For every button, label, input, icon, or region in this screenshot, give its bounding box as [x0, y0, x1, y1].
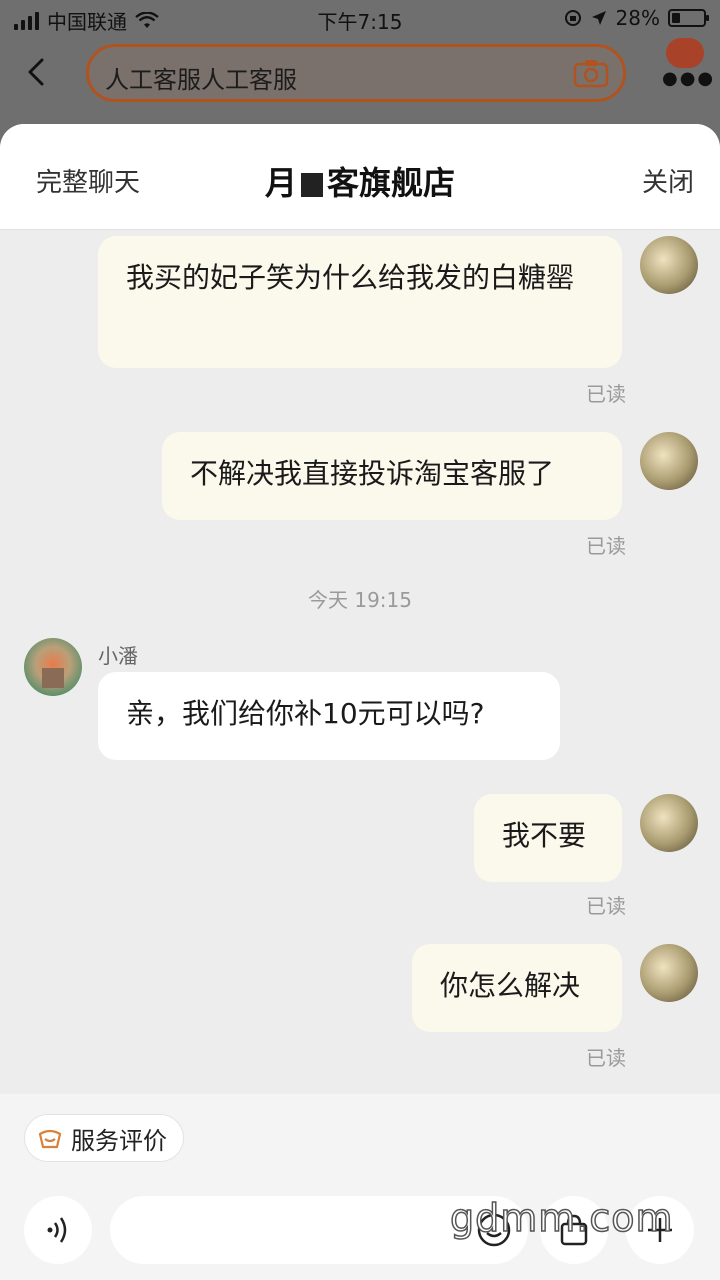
user-avatar[interactable]: [640, 944, 698, 1002]
more-menu-button[interactable]: ●●●: [660, 38, 713, 89]
redaction-block: [301, 173, 323, 197]
agent-avatar[interactable]: [24, 638, 82, 696]
message-bubble-self[interactable]: 不解决我直接投诉淘宝客服了: [162, 432, 622, 520]
message-text: 我买的妃子笑为什么给我发的白糖罂: [126, 261, 575, 294]
watermark: gdmm.com: [449, 1195, 674, 1241]
chat-timestamp: 今天 19:15: [308, 588, 412, 612]
more-dots-icon: ●●●: [662, 68, 716, 89]
read-status: 已读: [586, 382, 626, 406]
search-input[interactable]: 人工客服人工客服: [86, 44, 626, 102]
read-status: 已读: [586, 1046, 626, 1070]
status-bar: 中国联通 下午7:15 28%: [0, 0, 720, 38]
service-rating-button[interactable]: 服务评价: [24, 1114, 184, 1162]
battery-icon: [668, 9, 709, 27]
read-status: 已读: [586, 894, 626, 918]
message-bubble-self[interactable]: 你怎么解决: [412, 944, 622, 1032]
close-button[interactable]: 关闭: [642, 162, 694, 199]
battery-percent: 28%: [615, 6, 660, 30]
search-query: 人工客服人工客服: [105, 66, 297, 94]
location-icon: [591, 11, 606, 25]
read-status: 已读: [586, 534, 626, 558]
sheet-header: 完整聊天 月客旗舰店 关闭: [0, 124, 720, 230]
message-bubble-agent[interactable]: 亲，我们给你补10元可以吗?: [98, 672, 560, 760]
rotation-lock-icon: [564, 10, 581, 26]
service-rating-label: 服务评价: [71, 1126, 167, 1155]
agent-name: 小潘: [98, 644, 138, 668]
user-avatar[interactable]: [640, 432, 698, 490]
voice-icon: [47, 1217, 67, 1243]
message-text: 我不要: [502, 819, 587, 852]
store-name-suffix: 客旗舰店: [327, 164, 456, 202]
store-title: 月客旗舰店: [0, 158, 720, 204]
message-text: 不解决我直接投诉淘宝客服了: [190, 457, 555, 490]
back-icon[interactable]: [20, 54, 56, 90]
message-bubble-self[interactable]: 我买的妃子笑为什么给我发的白糖罂: [98, 236, 622, 368]
top-bar: 人工客服人工客服 ●●●: [0, 38, 720, 124]
user-avatar[interactable]: [640, 794, 698, 852]
voice-button[interactable]: [24, 1196, 92, 1264]
message-bubble-icon: [666, 38, 704, 68]
chat-sheet: 完整聊天 月客旗舰店 关闭 我买的妃子笑为什么给我发的白糖罂 已读 不解决我直接…: [0, 124, 720, 1280]
camera-icon[interactable]: [573, 58, 609, 88]
store-name-prefix: 月: [264, 164, 297, 202]
avatar-redaction: [42, 668, 64, 688]
battery-fill: [672, 13, 680, 23]
user-avatar[interactable]: [640, 236, 698, 294]
message-text: 亲，我们给你补10元可以吗?: [126, 697, 485, 730]
flower-icon: [38, 1129, 62, 1149]
status-right: 28%: [564, 6, 709, 30]
bottom-input-area: 服务评价: [0, 1094, 720, 1280]
message-bubble-self[interactable]: 我不要: [474, 794, 622, 882]
message-text: 你怎么解决: [440, 969, 581, 1002]
